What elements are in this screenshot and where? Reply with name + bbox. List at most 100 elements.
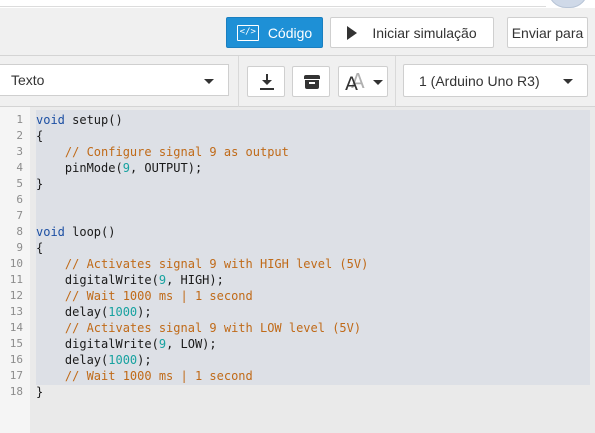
line-number: 6: [16, 193, 23, 206]
editor-mode-value: Texto: [11, 72, 45, 88]
send-to-label: Enviar para: [511, 24, 584, 41]
main-toolbar: </> Código Iniciar simulação Enviar para: [0, 8, 595, 56]
font-size-icon: AA: [345, 69, 365, 95]
code-text: void loop(): [36, 224, 115, 240]
start-simulation-button[interactable]: Iniciar simulação: [330, 17, 494, 48]
board-select-value: 1 (Arduino Uno R3): [419, 72, 540, 89]
code-button-label: Código: [267, 24, 313, 41]
line-number: 16: [9, 353, 23, 366]
code-line[interactable]: 9{: [0, 240, 590, 256]
line-number: 17: [9, 369, 23, 382]
code-token: digitalWrite(: [36, 273, 159, 287]
code-line[interactable]: 5}: [0, 176, 590, 192]
code-token: , OUTPUT);: [129, 161, 203, 175]
start-simulation-label: Iniciar simulação: [372, 24, 477, 41]
code-token: 1000: [108, 353, 138, 367]
code-text: delay(1000);: [36, 352, 152, 368]
code-line[interactable]: 18}: [0, 384, 590, 400]
line-number: 10: [9, 257, 23, 270]
code-icon: </>: [236, 24, 259, 41]
code-token: 9: [122, 161, 130, 175]
line-number: 3: [16, 145, 23, 158]
library-box-icon: [304, 75, 320, 89]
code-token: delay(: [36, 305, 109, 319]
code-text: void setup(): [36, 112, 123, 128]
avatar[interactable]: [548, 0, 588, 8]
code-token: {: [36, 129, 44, 143]
download-icon: [260, 74, 274, 90]
code-line[interactable]: 13 delay(1000);: [0, 304, 590, 320]
code-token: );: [137, 353, 152, 367]
code-text: {: [36, 128, 43, 144]
code-token: // Wait 1000 ms | 1 second: [36, 289, 253, 303]
code-line[interactable]: 3 // Configure signal 9 as output: [0, 144, 590, 160]
chevron-down-icon: [373, 80, 383, 85]
code-line[interactable]: 14 // Activates signal 9 with LOW level …: [0, 320, 590, 336]
code-text: pinMode(9, OUTPUT);: [36, 160, 202, 176]
chevron-down-icon: [563, 79, 573, 84]
send-to-button[interactable]: Enviar para: [507, 17, 588, 48]
code-token: digitalWrite(: [36, 337, 159, 351]
code-text: // Wait 1000 ms | 1 second: [36, 288, 253, 304]
code-token: // Activates signal 9 with HIGH level (5…: [36, 257, 369, 271]
line-number: 5: [16, 177, 23, 190]
code-token: 9: [158, 273, 167, 287]
code-text: {: [36, 240, 43, 256]
code-token: // Configure signal 9 as output: [36, 145, 289, 159]
code-line[interactable]: 11 digitalWrite(9, HIGH);: [0, 272, 590, 288]
line-number: 18: [9, 385, 23, 398]
code-text: digitalWrite(9, HIGH);: [36, 272, 224, 288]
download-button[interactable]: [247, 66, 285, 97]
font-size-button[interactable]: AA: [338, 66, 388, 97]
code-line[interactable]: 10 // Activates signal 9 with HIGH level…: [0, 256, 590, 272]
code-editor[interactable]: 1 void setup() 2{3 // Configure signal 9 a…: [0, 107, 595, 433]
line-number: 7: [16, 209, 23, 222]
line-number: 8: [16, 225, 23, 238]
code-text: // Activates signal 9 with HIGH level (5…: [36, 256, 368, 272]
code-token: delay(: [36, 353, 109, 367]
code-lines: 1 void setup() 2{3 // Configure signal 9 a…: [0, 112, 590, 400]
line-number: 1: [16, 113, 23, 126]
code-line[interactable]: 7: [0, 208, 590, 224]
code-token: }: [36, 385, 44, 399]
code-token: // Wait 1000 ms | 1 second: [36, 369, 253, 383]
code-line[interactable]: 1 void setup(): [0, 112, 590, 128]
code-token: , LOW);: [166, 337, 217, 351]
code-token: , HIGH);: [166, 273, 224, 287]
code-text: }: [36, 384, 43, 400]
line-number: 12: [9, 289, 23, 302]
line-number: 11: [9, 273, 23, 286]
code-token: setup(): [64, 113, 123, 127]
line-number: 14: [9, 321, 23, 334]
code-token: // Activates signal 9 with LOW level (5V…: [36, 321, 362, 335]
code-line[interactable]: 17 // Wait 1000 ms | 1 second: [0, 368, 590, 384]
code-line[interactable]: 15 digitalWrite(9, LOW);: [0, 336, 590, 352]
code-token: void: [36, 225, 65, 239]
code-token: loop(): [64, 225, 116, 239]
code-line[interactable]: 16 delay(1000);: [0, 352, 590, 368]
code-line[interactable]: 4 pinMode(9, OUTPUT);: [0, 160, 590, 176]
code-token: 1000: [108, 305, 138, 319]
line-number: 4: [16, 161, 23, 174]
code-token: void: [36, 113, 65, 127]
code-line[interactable]: 2{: [0, 128, 590, 144]
divider: [395, 56, 396, 107]
line-number: 15: [9, 337, 23, 350]
top-divider: [0, 6, 546, 7]
editor-mode-select[interactable]: Texto: [0, 64, 229, 96]
line-number: 13: [9, 305, 23, 318]
code-text: // Wait 1000 ms | 1 second: [36, 368, 253, 384]
code-button[interactable]: </> Código: [226, 17, 323, 48]
code-line[interactable]: 8 void loop(): [0, 224, 590, 240]
code-line[interactable]: 6: [0, 192, 590, 208]
code-text: delay(1000);: [36, 304, 152, 320]
board-select[interactable]: 1 (Arduino Uno R3): [403, 64, 588, 97]
code-line[interactable]: 12 // Wait 1000 ms | 1 second: [0, 288, 590, 304]
editor-toolbar: Texto AA 1 (Arduino Uno R3): [0, 56, 595, 107]
library-button[interactable]: [292, 66, 330, 97]
divider: [238, 56, 239, 107]
code-token: );: [137, 305, 152, 319]
play-icon: [347, 25, 358, 40]
code-token: }: [36, 177, 44, 191]
code-token: pinMode(: [36, 161, 123, 175]
